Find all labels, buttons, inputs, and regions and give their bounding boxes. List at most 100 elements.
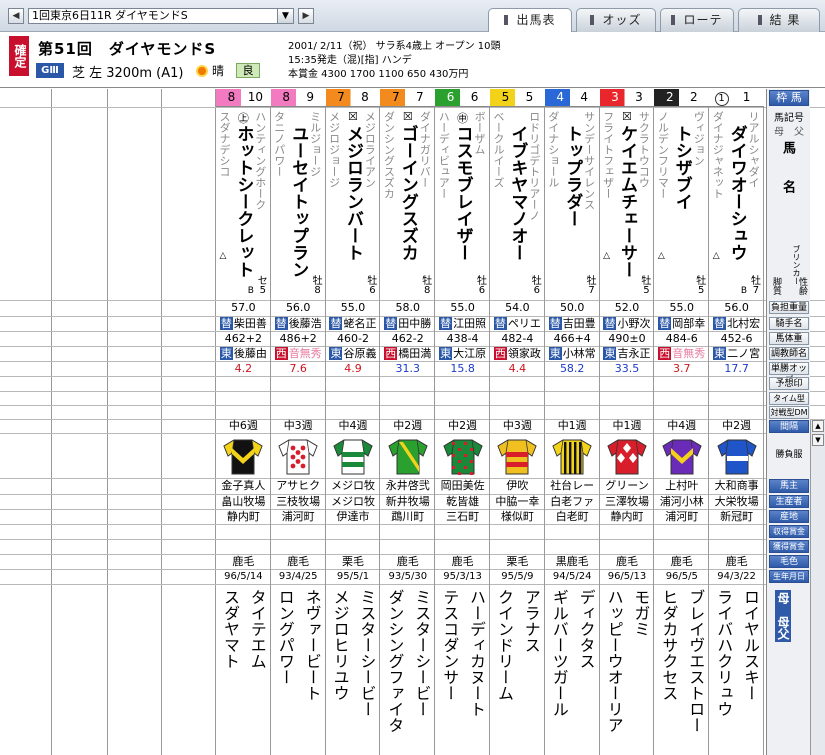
trainer-name[interactable]: 橋田満 <box>398 347 431 360</box>
horse-name[interactable]: イブキヤマノオー <box>507 125 527 261</box>
jockey-cell[interactable]: 替吉田豊 <box>545 316 600 331</box>
trainer-cell[interactable]: 西橋田満 <box>380 346 435 361</box>
dam-name: タニノパワー <box>272 111 286 177</box>
bamei-damsire: スダヤマト <box>221 589 240 669</box>
tab-odds[interactable]: オッズ <box>576 8 656 32</box>
yoso-label: 予想印 <box>769 377 809 390</box>
horse-name[interactable]: コスモブレイザー <box>453 125 473 261</box>
tab-rote[interactable]: ローテ <box>660 8 734 32</box>
jockey-name[interactable]: 蛯名正 <box>343 317 376 330</box>
trainer-name[interactable]: 領家政 <box>508 347 541 360</box>
trainer-cell[interactable]: 東小林常 <box>545 346 600 361</box>
jockey-change-mark: 替 <box>329 317 343 330</box>
waku-number: 4 <box>556 90 564 104</box>
trainer-name[interactable]: 二ノ宮 <box>727 347 760 360</box>
shukaku-label[interactable]: 収得賞金 <box>769 525 809 538</box>
scroll-down-icon[interactable]: ▼ <box>812 434 824 446</box>
jockey-name[interactable]: 柴田善 <box>234 317 267 330</box>
horse-name[interactable]: トップラダー <box>562 125 582 227</box>
race-select[interactable]: 1回東京6日11R ダイヤモンドS ▼ <box>28 8 294 24</box>
jockey-name[interactable]: 小野次 <box>617 317 650 330</box>
prev-race-button[interactable]: ◀ <box>8 8 24 24</box>
horse-weight: 438-4 <box>446 332 479 345</box>
trainer-cell[interactable]: 東大江原 <box>435 346 490 361</box>
horse-number-header: 66 <box>435 89 490 107</box>
birthday: 93/5/30 <box>388 571 428 582</box>
bamei-damdam: ミスターシービー <box>412 589 432 717</box>
horse-age: 5 <box>698 285 705 296</box>
win-odds: 7.6 <box>289 362 307 375</box>
empty-column <box>0 89 52 755</box>
trainer-cell[interactable]: 東吉永正 <box>600 346 655 361</box>
horse-number: 10 <box>247 90 264 104</box>
owner-name: 上村叶 <box>665 479 699 492</box>
trainer-cell[interactable]: 東後藤由 <box>216 346 271 361</box>
jockey-cell[interactable]: 替岡部幸 <box>654 316 709 331</box>
chevron-down-icon[interactable]: ▼ <box>277 9 293 23</box>
horse-name[interactable]: メジロランバート <box>343 125 363 261</box>
trainer-name[interactable]: 谷原義 <box>343 347 376 360</box>
jockey-cell[interactable]: 替後藤浩 <box>271 316 326 331</box>
trainer-name[interactable]: 音無秀 <box>289 347 322 360</box>
jockey-cell[interactable]: 替江田照 <box>435 316 490 331</box>
trainer-name[interactable]: 音無秀 <box>672 347 705 360</box>
horse-name[interactable]: ケイエムチェーサー <box>617 125 637 278</box>
waku-number: 5 <box>501 90 510 104</box>
race-interval: 中4週 <box>667 419 697 432</box>
jockey-cell[interactable]: 替蛯名正 <box>326 316 381 331</box>
breeder-label[interactable]: 生産者 <box>769 495 809 508</box>
trainer-name[interactable]: 吉永正 <box>617 347 650 360</box>
owner-label[interactable]: 馬主 <box>769 479 809 493</box>
jockey-change-mark: 替 <box>439 317 453 330</box>
trainer-name[interactable]: 大江原 <box>453 347 486 360</box>
kakutoku-label[interactable]: 獲得賞金 <box>769 540 809 553</box>
horse-name[interactable]: ユーセイトップラン <box>288 125 308 278</box>
birthday-label[interactable]: 生年月日 <box>769 570 809 583</box>
jockey-cell[interactable]: 替田中勝 <box>380 316 435 331</box>
breeder-name: 乾皆雄 <box>446 495 480 508</box>
jockey-name[interactable]: 吉田豊 <box>563 317 596 330</box>
horse-name[interactable]: トシザブイ <box>672 125 692 210</box>
vertical-scrollbar[interactable]: ▲ ▼ <box>810 420 825 755</box>
waku-label[interactable]: 枠 馬 <box>769 90 809 106</box>
next-race-button[interactable]: ▶ <box>298 8 314 24</box>
jockey-name[interactable]: 田中勝 <box>398 317 431 330</box>
horse-name[interactable]: ダイワオーシュウ <box>727 125 747 261</box>
bamei-damsire: クインドリーム <box>495 589 514 701</box>
jockey-name[interactable]: 後藤浩 <box>289 317 322 330</box>
kinryo-value: 56.0 <box>285 301 311 314</box>
jockey-cell[interactable]: 替柴田善 <box>216 316 271 331</box>
tab-result[interactable]: 結 果 <box>738 8 820 32</box>
trainer-cell[interactable]: 西音無秀 <box>654 346 709 361</box>
jockey-cell[interactable]: 替小野次 <box>600 316 655 331</box>
jockey-name[interactable]: 岡部幸 <box>672 317 705 330</box>
sanchi-label[interactable]: 産地 <box>769 510 809 523</box>
waku-number: 3 <box>611 90 619 104</box>
jockey-name[interactable]: ペリエ <box>508 317 541 330</box>
trainer-cell[interactable]: 西領家政 <box>490 346 545 361</box>
scroll-up-icon[interactable]: ▲ <box>812 420 824 432</box>
horse-number-header: 11 <box>709 89 764 107</box>
trainer-cell[interactable]: 西音無秀 <box>271 346 326 361</box>
trainer-area-mark: 東 <box>329 347 343 360</box>
blinker-badge: B <box>247 286 254 296</box>
horse-name[interactable]: ゴーイングスズカ <box>398 125 418 261</box>
jockey-name[interactable]: 江田照 <box>453 317 486 330</box>
jockey-cell[interactable]: 替北村宏 <box>709 316 764 331</box>
keiro-label[interactable]: 毛色 <box>769 555 809 568</box>
jockey-cell[interactable]: 替ペリエ <box>490 316 545 331</box>
trainer-name[interactable]: 後藤由 <box>234 347 267 360</box>
trainer-name[interactable]: 小林常 <box>563 347 596 360</box>
tab-grip-icon <box>590 15 595 25</box>
horse-age: 6 <box>533 285 540 296</box>
jockey-name[interactable]: 北村宏 <box>727 317 760 330</box>
empty-column <box>52 89 108 755</box>
trainer-cell[interactable]: 東二ノ宮 <box>709 346 764 361</box>
horse-name[interactable]: ホットシークレット <box>233 125 253 278</box>
interval-label[interactable]: 間隔 <box>769 420 809 433</box>
horse-column: 5 5 ロドリゴデトリアーノ ベークルイーズ イブキヤマノオー牡 6 54.0 替ペリエ 482… <box>490 89 545 755</box>
tab-shutsuba[interactable]: 出馬表 <box>488 8 572 33</box>
owner-name: 永井啓弐 <box>385 479 430 492</box>
coat-color: 黒鹿毛 <box>555 555 589 568</box>
trainer-cell[interactable]: 東谷原義 <box>326 346 381 361</box>
